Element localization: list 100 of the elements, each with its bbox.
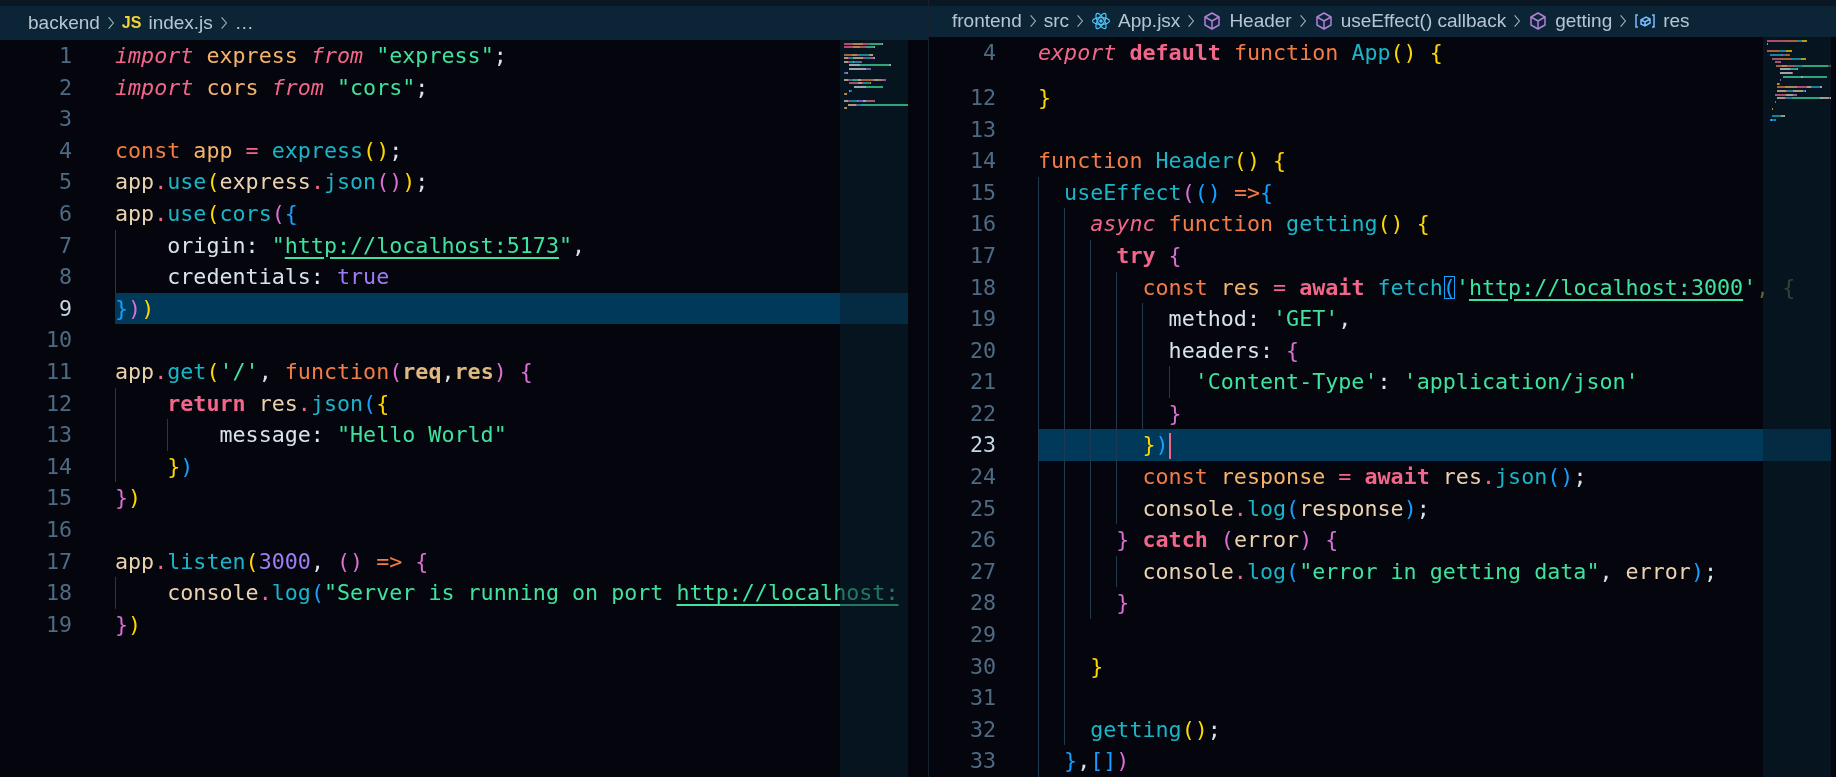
line-number: 14 [44,452,72,481]
line-number: 33 [968,747,996,776]
line-number: 8 [57,263,72,292]
line-number: 5 [57,168,72,197]
chevron-icon [1187,14,1196,29]
line-number: 29 [968,621,996,650]
code-line: console.log(response); [1038,492,1831,525]
code-line: } [1038,397,1831,430]
code-line: async function getting() { [1038,208,1831,240]
line-number: 4 [57,136,72,165]
code-line: } catch (error) { [1038,524,1831,556]
code-line: } [1038,83,1053,112]
code-line: export default function App() { [1038,38,1444,67]
breadcrumb-item[interactable]: … [234,12,254,34]
line-number: 14 [968,147,996,176]
line-number: 26 [968,526,996,555]
cube-icon [1202,11,1223,32]
cube-icon [1528,11,1549,32]
line-number: 11 [44,357,72,386]
code-line: }) [115,450,908,483]
line-number: 19 [968,305,996,334]
line-number: 12 [968,83,996,112]
breadcrumb-item[interactable]: index.js [148,12,213,34]
code-line: }) [115,484,143,513]
line-number: 15 [44,484,72,513]
code-line: app.use(express.json()); [115,168,430,197]
line-number: 6 [57,199,72,228]
line-number: 10 [44,326,72,355]
code-line: },[]) [1038,745,1831,777]
line-number: 16 [44,515,72,544]
cube-icon [1313,11,1334,32]
line-number: 18 [968,273,996,302]
text-cursor [1168,433,1171,460]
code-line: const app = express(); [115,136,404,165]
line-number: 19 [44,610,72,639]
line-number: 25 [968,494,996,523]
code-line: headers: { [1038,334,1831,367]
breadcrumb-item[interactable]: App.jsx [1118,10,1181,33]
code-line: method: 'GET', [1038,303,1831,335]
line-number: 30 [968,652,996,681]
line-number: 4 [981,38,996,67]
line-number: 28 [968,589,996,618]
breadcrumb-item[interactable]: frontend [952,10,1022,33]
code-line: app.use(cors({ [115,199,299,228]
code-line: useEffect(() =>{ [1038,176,1831,209]
line-number: 16 [968,210,996,239]
line-number: 31 [968,684,996,713]
breadcrumb-item[interactable]: res [1663,10,1690,33]
code-line: const res = await fetch('http://localhost:3000', { [1038,271,1831,304]
line-number: 20 [968,336,996,365]
breadcrumb-item[interactable]: useEffect() callback [1340,10,1507,33]
js-file-icon: JS [121,14,142,32]
line-number: 18 [44,579,72,608]
code-line: origin: "http://localhost:5173", [115,229,908,262]
line-number: 13 [44,421,72,450]
code-line: console.log("Server is running on port http://localhost: [115,577,908,609]
line-number: 2 [57,73,72,102]
line-number: 17 [44,547,72,576]
code-line: function Header() { [1038,147,1288,176]
code-line: getting(); [1038,713,1831,746]
line-number: 7 [57,231,72,260]
breadcrumb-item[interactable]: backend [28,12,100,34]
chevron-icon [1619,14,1628,29]
code-line: } [1038,650,1831,683]
chevron-icon [1513,14,1522,29]
code-line: import cors from "cors"; [115,73,430,102]
code-line: }) [115,610,143,639]
chevron-icon [1028,14,1037,29]
code-line: app.get('/', function(req,res) { [115,357,534,386]
code-line: credentials: true [115,261,908,293]
line-number: 32 [968,715,996,744]
line-number: 1 [57,42,72,70]
code-line: import express from "express"; [115,42,508,70]
line-number: 21 [968,368,996,397]
line-number: 23 [968,431,996,460]
atom-icon [1091,11,1112,32]
line-number: 3 [57,105,72,134]
chevron-icon [106,16,115,30]
code-line: return res.json({ [115,387,908,420]
chevron-icon [219,16,228,30]
code-line: app.listen(3000, () => { [115,547,430,576]
code-line: message: "Hello World" [115,419,908,451]
code-line: try { [1038,239,1831,272]
breadcrumb-item[interactable]: src [1043,10,1070,33]
breadcrumb-item[interactable]: getting [1555,10,1613,33]
line-number: 15 [968,178,996,207]
code-line: console.log("error in getting data", error); [1038,555,1831,588]
breadcrumb-item[interactable]: Header [1229,10,1292,33]
chevron-icon [1298,14,1307,29]
line-number: 27 [968,557,996,586]
chevron-icon [1076,14,1085,29]
line-number: 13 [968,115,996,144]
line-number: 17 [968,241,996,270]
code-line: } [1038,587,1831,620]
line-number: 22 [968,399,996,428]
line-number: 24 [968,463,996,492]
code-line: const response = await res.json(); [1038,461,1831,493]
line-number: 9 [57,294,72,323]
line-number: 12 [44,389,72,418]
code-line: 'Content-Type': 'application/json' [1038,366,1831,398]
